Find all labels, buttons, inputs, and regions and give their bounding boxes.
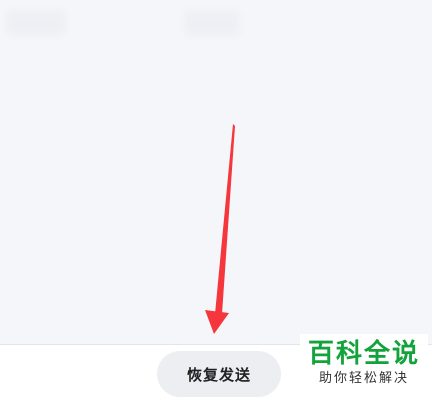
watermark-logo: 百科全说 助你轻松解决	[300, 334, 428, 398]
watermark-title: 百科全说	[307, 339, 420, 369]
watermark-subtitle: 助你轻松解决	[318, 371, 409, 386]
message-list-area	[0, 0, 432, 344]
blurred-header-left	[6, 10, 66, 36]
blurred-header-right	[184, 10, 240, 36]
restore-send-button[interactable]: 恢复发送	[157, 351, 281, 397]
